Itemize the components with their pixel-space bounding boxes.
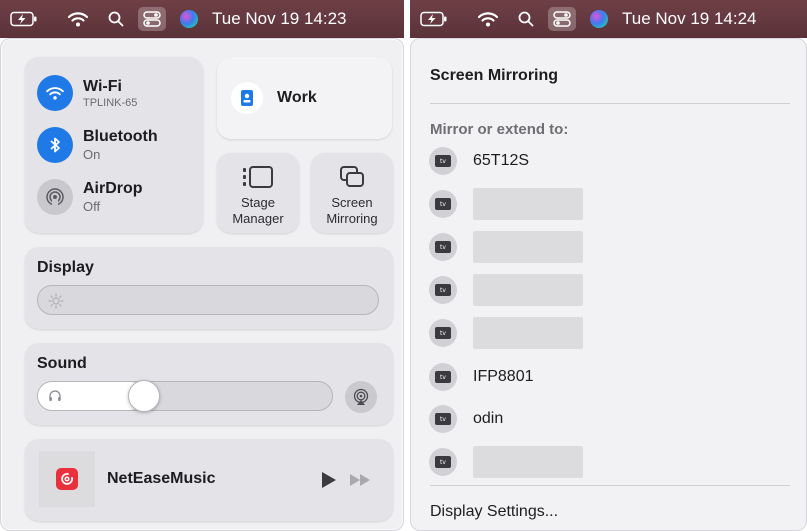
apple-tv-icon: tv [429,233,457,261]
wifi-toggle[interactable]: Wi-Fi TPLINK-65 [37,75,137,111]
siri-icon[interactable] [590,10,608,28]
redacted-device-name [473,446,583,478]
volume-slider-knob[interactable] [128,380,160,412]
bluetooth-toggle[interactable]: Bluetooth On [37,127,158,163]
focus-label: Work [277,89,317,106]
apple-tv-icon: tv [429,319,457,347]
apple-tv-badge: tv [435,413,451,425]
stage-manager-icon [241,165,275,194]
now-playing-module: NetEaseMusic [25,439,393,521]
bluetooth-status: On [83,147,101,162]
airdrop-icon[interactable] [37,179,73,215]
device-name: 65T12S [473,152,530,169]
sound-title: Sound [37,355,87,372]
apple-tv-badge: tv [435,241,451,253]
device-row[interactable]: tv [429,231,583,263]
screen-mirroring-label: Screen Mirroring [326,195,378,226]
apple-tv-icon: tv [429,448,457,476]
brightness-icon [48,293,64,314]
netease-music-icon [56,468,78,490]
control-center-icon[interactable] [548,7,576,31]
bluetooth-icon[interactable] [37,127,73,163]
battery-charging-icon[interactable] [420,11,448,27]
mirror-subtitle: Mirror or extend to: [430,121,569,138]
airplay-audio-icon [353,388,369,405]
app-artwork[interactable] [39,451,95,507]
device-row[interactable]: tv odin [429,403,503,435]
screen-mirroring-button[interactable]: Screen Mirroring [311,153,393,233]
display-title: Display [37,259,94,276]
apple-tv-badge: tv [435,284,451,296]
search-icon[interactable] [518,11,534,27]
apple-tv-icon: tv [429,190,457,218]
menu-bar: Tue Nov 19 14:24 [410,0,807,38]
device-name: IFP8801 [473,368,534,385]
device-row[interactable]: tv 65T12S [429,145,529,177]
apple-tv-badge: tv [435,198,451,210]
screen-mirroring-icon [339,165,365,194]
device-row[interactable]: tv [429,317,583,349]
play-icon [322,472,336,488]
menu-bar: Tue Nov 19 14:23 [0,0,404,38]
apple-tv-badge: tv [435,456,451,468]
wifi-icon[interactable] [37,75,73,111]
wifi-icon[interactable] [68,11,88,27]
apple-tv-badge: tv [435,371,451,383]
volume-slider[interactable] [37,380,333,412]
menu-bar-clock[interactable]: Tue Nov 19 14:23 [212,9,347,29]
siri-icon[interactable] [180,10,198,28]
battery-charging-icon[interactable] [10,11,38,27]
fast-forward-icon [350,474,370,486]
control-center-icon[interactable] [138,7,166,31]
apple-tv-icon: tv [429,363,457,391]
wifi-network-name: TPLINK-65 [83,96,138,109]
wifi-icon[interactable] [478,11,498,27]
device-row[interactable]: tv [429,188,583,220]
focus-work-button[interactable]: Work [217,57,392,139]
device-row[interactable]: tv [429,446,583,478]
connectivity-module: Wi-Fi TPLINK-65 Bluetooth On AirDrop Off [25,57,203,233]
menu-bar-clock[interactable]: Tue Nov 19 14:24 [622,9,757,29]
display-module: Display [25,247,393,329]
headphones-icon [48,389,62,408]
redacted-device-name [473,317,583,349]
play-button[interactable] [321,471,337,494]
airdrop-status: Off [83,199,101,214]
screen-mirroring-panel: Screen Mirroring Mirror or extend to: tv… [410,38,807,531]
apple-tv-badge: tv [435,327,451,339]
device-name: odin [473,410,504,427]
control-center-panel: Wi-Fi TPLINK-65 Bluetooth On AirDrop Off… [0,38,404,531]
divider [430,103,790,104]
search-icon[interactable] [108,11,124,27]
stage-manager-label: Stage Manager [232,195,284,226]
wifi-label: Wi-Fi [83,77,122,95]
redacted-device-name [473,231,583,263]
device-row[interactable]: tv [429,274,583,306]
screen-mirroring-title: Screen Mirroring [430,67,559,84]
now-playing-title: NetEaseMusic [107,470,216,487]
airplay-audio-button[interactable] [345,381,377,413]
focus-work-icon [231,82,263,114]
sound-module: Sound [25,343,393,425]
apple-tv-icon: tv [429,147,457,175]
apple-tv-badge: tv [435,155,451,167]
display-settings-button[interactable]: Display Settings... [430,503,558,521]
redacted-device-name [473,188,583,220]
apple-tv-icon: tv [429,276,457,304]
bluetooth-label: Bluetooth [83,128,158,145]
stage-manager-button[interactable]: Stage Manager [217,153,299,233]
next-track-button[interactable] [349,473,371,492]
apple-tv-icon: tv [429,405,457,433]
redacted-device-name [473,274,583,306]
airdrop-toggle[interactable]: AirDrop Off [37,179,143,215]
brightness-slider[interactable] [37,285,379,315]
airdrop-label: AirDrop [83,180,143,197]
device-row[interactable]: tv IFP8801 [429,361,533,393]
divider [430,485,790,486]
